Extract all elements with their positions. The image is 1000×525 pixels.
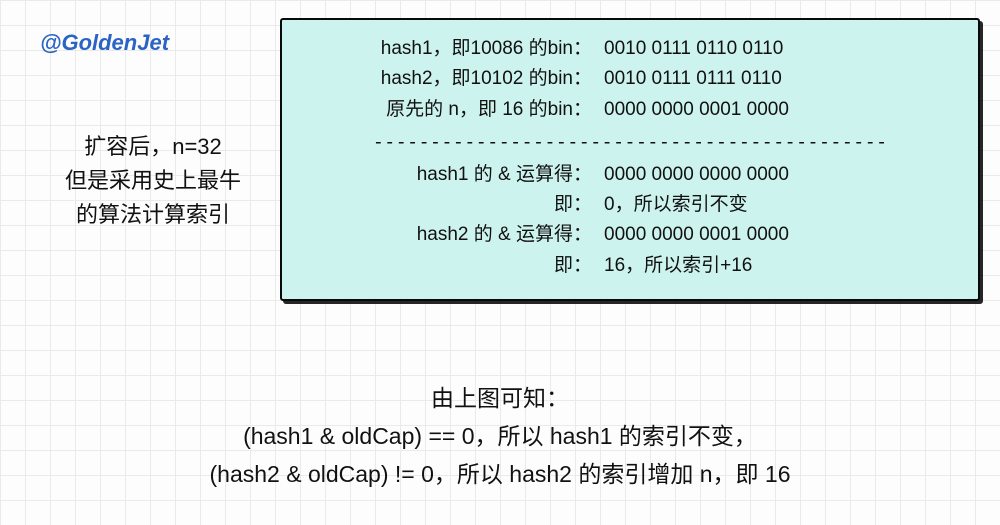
row-label: 即： — [302, 251, 592, 281]
row-label: hash1 的 & 运算得： — [302, 160, 592, 190]
row-label: hash2 的 & 运算得： — [302, 220, 592, 250]
row-value: 0000 0000 0001 0000 — [592, 220, 958, 250]
bottom-line-3: (hash2 & oldCap) != 0，所以 hash2 的索引增加 n，即… — [0, 456, 1000, 494]
left-line-2: 但是采用史上最牛 — [28, 164, 278, 198]
box-row: hash2，即10102 的bin： 0010 0111 0111 0110 — [302, 64, 958, 94]
binary-computation-box: hash1，即10086 的bin： 0010 0111 0110 0110 h… — [280, 18, 980, 301]
row-value: 0000 0000 0001 0000 — [592, 95, 958, 125]
bottom-conclusion: 由上图可知： (hash1 & oldCap) == 0，所以 hash1 的索… — [0, 380, 1000, 494]
box-row: hash1，即10086 的bin： 0010 0111 0110 0110 — [302, 34, 958, 64]
left-explainer: 扩容后，n=32 但是采用史上最牛 的算法计算索引 — [28, 130, 278, 232]
left-line-3: 的算法计算索引 — [28, 198, 278, 232]
box-row: hash1 的 & 运算得： 0000 0000 0000 0000 — [302, 160, 958, 190]
divider-dashes: ----------------------------------------… — [302, 127, 958, 157]
bottom-line-2: (hash1 & oldCap) == 0，所以 hash1 的索引不变， — [0, 418, 1000, 456]
row-value: 0010 0111 0110 0110 — [592, 34, 958, 64]
box-row: hash2 的 & 运算得： 0000 0000 0001 0000 — [302, 220, 958, 250]
row-value: 0010 0111 0111 0110 — [592, 64, 958, 94]
row-value: 16，所以索引+16 — [592, 251, 958, 281]
box-row: 即： 0，所以索引不变 — [302, 190, 958, 220]
bottom-line-1: 由上图可知： — [0, 380, 1000, 418]
row-label: hash1，即10086 的bin： — [302, 34, 592, 64]
box-row: 即： 16，所以索引+16 — [302, 251, 958, 281]
row-value: 0，所以索引不变 — [592, 190, 958, 220]
left-line-1: 扩容后，n=32 — [28, 130, 278, 164]
row-label: 即： — [302, 190, 592, 220]
row-label: 原先的 n，即 16 的bin： — [302, 95, 592, 125]
row-label: hash2，即10102 的bin： — [302, 64, 592, 94]
row-value: 0000 0000 0000 0000 — [592, 160, 958, 190]
watermark-text: @GoldenJet — [40, 30, 169, 56]
box-row: 原先的 n，即 16 的bin： 0000 0000 0001 0000 — [302, 95, 958, 125]
